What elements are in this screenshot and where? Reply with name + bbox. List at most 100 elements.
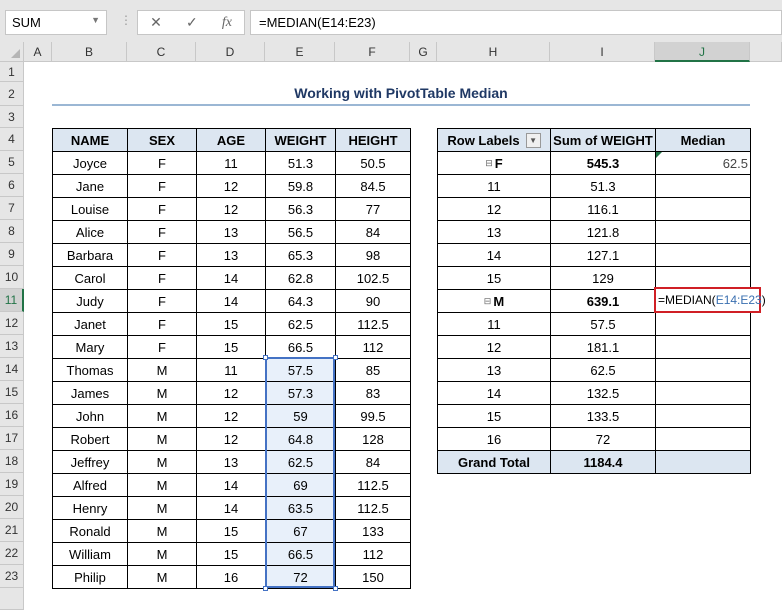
table-cell[interactable]: 13 <box>196 450 266 474</box>
table-cell[interactable]: M <box>127 358 197 382</box>
row-header-9[interactable]: 9 <box>0 243 24 266</box>
row-header-24[interactable] <box>0 588 24 610</box>
table-cell[interactable]: Ronald <box>52 519 128 543</box>
table-cell[interactable]: 112.5 <box>335 473 411 497</box>
column-header-H[interactable]: H <box>437 42 550 62</box>
pivot-row-label[interactable]: 14 <box>437 381 551 405</box>
pivot-median[interactable] <box>655 427 751 451</box>
table-cell[interactable]: M <box>127 404 197 428</box>
cell-editor-j11[interactable]: =MEDIAN(E14:E23) <box>654 287 766 313</box>
row-header-13[interactable]: 13 <box>0 335 24 358</box>
table-cell[interactable]: Robert <box>52 427 128 451</box>
column-header-K[interactable] <box>750 42 782 62</box>
table-cell[interactable]: 112.5 <box>335 496 411 520</box>
table-cell[interactable]: 66.5 <box>265 335 336 359</box>
table-cell[interactable]: 57.3 <box>265 381 336 405</box>
table-cell[interactable]: 150 <box>335 565 411 589</box>
pivot-sum[interactable]: 132.5 <box>550 381 656 405</box>
table-cell[interactable]: M <box>127 473 197 497</box>
collapse-icon[interactable]: ⊟ <box>485 158 493 169</box>
table-cell[interactable]: 84.5 <box>335 174 411 198</box>
table-cell[interactable]: William <box>52 542 128 566</box>
table-cell[interactable]: 90 <box>335 289 411 313</box>
pivot-median[interactable] <box>655 381 751 405</box>
table-cell[interactable]: Alfred <box>52 473 128 497</box>
pivot-sum[interactable]: 1184.4 <box>550 450 656 474</box>
row-header-11[interactable]: 11 <box>0 289 24 312</box>
column-header-F[interactable]: F <box>335 42 410 62</box>
table-cell[interactable]: Thomas <box>52 358 128 382</box>
pivot-sum[interactable]: 133.5 <box>550 404 656 428</box>
table-cell[interactable]: F <box>127 266 197 290</box>
column-header-D[interactable]: D <box>196 42 265 62</box>
table-cell[interactable]: 12 <box>196 427 266 451</box>
table-cell[interactable]: 64.8 <box>265 427 336 451</box>
selection-handle[interactable] <box>263 586 268 591</box>
table-cell[interactable]: 59 <box>265 404 336 428</box>
table-cell[interactable]: F <box>127 289 197 313</box>
table-cell[interactable]: 112.5 <box>335 312 411 336</box>
pivot-median[interactable] <box>655 174 751 198</box>
table-cell[interactable]: Louise <box>52 197 128 221</box>
table-cell[interactable]: Carol <box>52 266 128 290</box>
table-cell[interactable]: 62.5 <box>265 450 336 474</box>
table-cell[interactable]: 12 <box>196 404 266 428</box>
pivot-sum[interactable]: 116.1 <box>550 197 656 221</box>
row-header-15[interactable]: 15 <box>0 381 24 404</box>
row-header-8[interactable]: 8 <box>0 220 24 243</box>
table-cell[interactable]: 57.5 <box>265 358 336 382</box>
pivot-sum[interactable]: 51.3 <box>550 174 656 198</box>
row-header-18[interactable]: 18 <box>0 450 24 473</box>
collapse-icon[interactable]: ⊟ <box>484 296 492 307</box>
table-cell[interactable]: 112 <box>335 542 411 566</box>
table-cell[interactable]: 11 <box>196 151 266 175</box>
pivot-row-label[interactable]: Grand Total <box>437 450 551 474</box>
table-cell[interactable]: F <box>127 197 197 221</box>
row-header-21[interactable]: 21 <box>0 519 24 542</box>
table-cell[interactable]: 13 <box>196 220 266 244</box>
pivot-sum[interactable]: 129 <box>550 266 656 290</box>
column-header-G[interactable]: G <box>410 42 437 62</box>
table-cell[interactable]: 69 <box>265 473 336 497</box>
table-cell[interactable]: 14 <box>196 289 266 313</box>
pivot-median[interactable] <box>655 197 751 221</box>
table-cell[interactable]: M <box>127 496 197 520</box>
row-header-20[interactable]: 20 <box>0 496 24 519</box>
pivot-sum[interactable]: 127.1 <box>550 243 656 267</box>
row-header-23[interactable]: 23 <box>0 565 24 588</box>
table-cell[interactable]: 67 <box>265 519 336 543</box>
row-header-19[interactable]: 19 <box>0 473 24 496</box>
table-cell[interactable]: 72 <box>265 565 336 589</box>
table-cell[interactable]: Alice <box>52 220 128 244</box>
pivot-median[interactable] <box>655 450 751 474</box>
table-cell[interactable]: 16 <box>196 565 266 589</box>
table-cell[interactable]: 12 <box>196 174 266 198</box>
pivot-header[interactable]: Median <box>655 128 751 152</box>
table-cell[interactable]: M <box>127 519 197 543</box>
pivot-row-label[interactable]: 13 <box>437 358 551 382</box>
table-cell[interactable]: 64.3 <box>265 289 336 313</box>
table-cell[interactable]: 84 <box>335 220 411 244</box>
row-header-5[interactable]: 5 <box>0 151 24 174</box>
table-cell[interactable]: 112 <box>335 335 411 359</box>
pivot-sum[interactable]: 57.5 <box>550 312 656 336</box>
table-cell[interactable]: 11 <box>196 358 266 382</box>
table-cell[interactable]: M <box>127 427 197 451</box>
table-header[interactable]: NAME <box>52 128 128 152</box>
table-cell[interactable]: 84 <box>335 450 411 474</box>
column-header-E[interactable]: E <box>265 42 335 62</box>
table-cell[interactable]: 12 <box>196 197 266 221</box>
selection-handle[interactable] <box>333 355 338 360</box>
row-header-6[interactable]: 6 <box>0 174 24 197</box>
pivot-row-label[interactable]: 16 <box>437 427 551 451</box>
table-cell[interactable]: 13 <box>196 243 266 267</box>
pivot-sum[interactable]: 62.5 <box>550 358 656 382</box>
table-header[interactable]: SEX <box>127 128 197 152</box>
pivot-median[interactable] <box>655 312 751 336</box>
column-header-A[interactable]: A <box>24 42 52 62</box>
row-header-22[interactable]: 22 <box>0 542 24 565</box>
table-cell[interactable]: 62.8 <box>265 266 336 290</box>
table-cell[interactable]: Jeffrey <box>52 450 128 474</box>
pivot-sum[interactable]: 181.1 <box>550 335 656 359</box>
pivot-median[interactable]: 62.5 <box>655 151 751 175</box>
